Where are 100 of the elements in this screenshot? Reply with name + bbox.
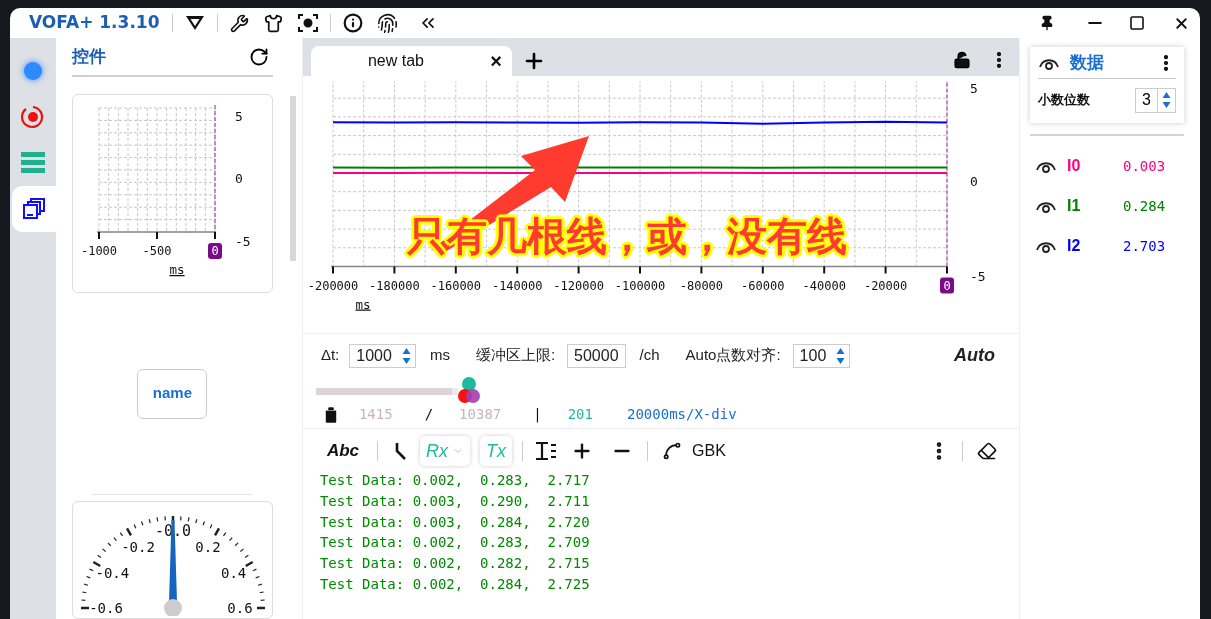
panel-title: 控件 [71,45,106,68]
divider-text: | [533,405,542,425]
tick-mark [823,265,826,275]
x-tick-label: -80000 [679,278,723,293]
setting-label: Δt: [320,345,340,366]
stack-icon [20,152,45,174]
setting-label: 缓冲区上限: [475,345,556,366]
x-tick-label: -160000 [430,278,482,293]
x-tick-label: 0 [211,244,219,259]
log-line: Test Data: 0.003, 0.284, 2.720 [319,512,591,532]
tick-mark [331,265,334,275]
auto-button[interactable]: Auto [954,342,995,369]
x-tick-label: -40000 [802,278,846,293]
logo-icon[interactable] [184,15,205,31]
channel-value: 2.703 [1123,236,1166,256]
x-tick-label: 0 [943,278,951,293]
wrench-icon[interactable] [229,13,249,33]
x-axis-unit: ms [169,262,185,278]
x-axis-unit: ms [355,296,371,312]
shirt-icon[interactable] [263,13,283,33]
refresh-icon[interactable] [248,46,269,67]
app-title: VOFA+ 1.3.10 [29,11,160,35]
number-field[interactable]: 100 [792,343,851,368]
pin-icon[interactable] [1039,15,1055,31]
log-line: Test Data: 0.002, 0.283, 2.717 [319,471,591,490]
scrollbar[interactable] [289,96,296,261]
gauge-tick-label: -0.2 [121,539,155,556]
name-button[interactable]: name [137,368,208,419]
tick-mark [97,231,100,241]
x-tick-label: -180000 [369,278,420,293]
cursor-badge [939,277,954,294]
curve-icon[interactable] [662,441,683,461]
y-tick-label: 0 [969,174,978,189]
windows-icon [21,197,46,221]
unit-label: ms [429,345,450,366]
info-icon[interactable] [342,13,363,33]
decimals-field[interactable]: 3 [1135,87,1176,113]
channel-name: I2 [1067,236,1082,256]
gauge-tick-label: -0.6 [89,599,123,616]
lock-icon[interactable] [953,51,971,69]
y-tick-label: 5 [234,109,243,125]
tick-mark [155,231,158,241]
x-tick-label: -60000 [741,278,785,293]
tab[interactable]: new tab × [310,46,512,76]
tick-mark [945,265,948,275]
tick-mark [700,265,703,275]
tick-mark [761,265,764,275]
y-tick-label: -5 [234,234,251,250]
tick-mark [638,265,641,275]
channel-name: I0 [1067,156,1082,176]
tick-mark [884,265,887,275]
separator-text: / [424,405,434,424]
cursor-badge [207,243,222,260]
tick-mark [516,265,519,275]
x-tick-label: -140000 [491,278,543,293]
number-field[interactable]: 1000 [349,343,416,368]
tick-mark [213,231,216,241]
gauge-tick-label: -0.4 [95,564,130,581]
x-tick-label: -20000 [863,278,908,293]
channel-name: I1 [1067,196,1082,216]
gauge-tick-label: 0.6 [227,599,253,616]
x-tick-label: -120000 [553,278,604,293]
x-tick-label: -500 [142,244,172,259]
tick-mark [393,265,396,275]
format-button[interactable]: Abc [326,438,360,464]
log-line: Test Data: 0.002, 0.283, 2.709 [319,533,591,553]
log-line: Test Data: 0.002, 0.284, 2.725 [319,575,591,594]
text-format-icon[interactable] [535,441,558,461]
x-tick-label: -200000 [307,278,359,293]
setting-label: Auto点数对齐: [685,345,781,366]
point-count: 201 [567,405,593,424]
fingerprint-icon[interactable] [376,12,398,34]
log-line: Test Data: 0.003, 0.290, 2.711 [319,491,591,511]
tab-close-button[interactable]: × [490,51,502,71]
x-tick-label: -1000 [80,244,117,259]
scale-readout: 20000ms/X-div [627,405,737,424]
shown-count: 1415 [358,405,393,424]
tick-mark [454,265,457,275]
record-icon [19,104,46,130]
data-title: 数据 [1070,51,1104,74]
tick-mark [577,265,580,275]
gauge-tick-label: 0.4 [220,564,247,581]
decimals-label: 小数位数 [1038,91,1091,110]
y-tick-label: 5 [969,81,978,96]
unit-label: /ch [639,345,660,366]
gauge-tick-label: 0.2 [195,539,221,556]
log-line: Test Data: 0.002, 0.282, 2.715 [319,554,591,574]
x-tick-label: -100000 [614,278,666,293]
channel-value: 0.284 [1123,196,1166,216]
maximize-icon[interactable] [1129,15,1145,31]
total-count: 10387 [459,405,502,424]
y-tick-label: 0 [234,171,243,187]
eraser-icon[interactable] [977,441,997,461]
tab-label: new tab [367,51,425,71]
y-tick-label: -5 [969,268,986,284]
capture-icon[interactable] [297,14,318,32]
number-field[interactable]: 50000 [567,343,626,368]
encoding-button[interactable]: GBK [692,439,726,463]
channel-value: 0.003 [1123,156,1166,176]
range-slider-thumbs[interactable] [457,377,480,403]
